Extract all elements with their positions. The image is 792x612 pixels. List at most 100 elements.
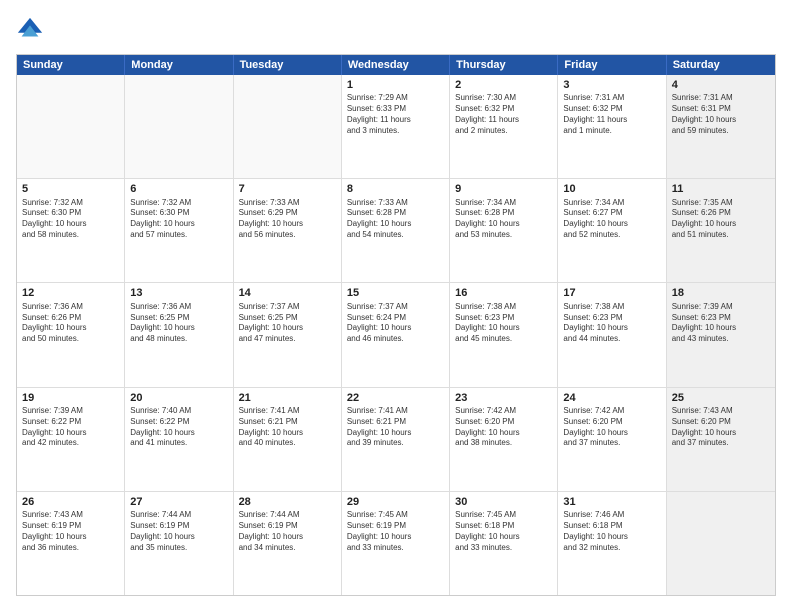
day-info: Sunrise: 7:31 AM Sunset: 6:32 PM Dayligh…: [563, 93, 660, 136]
day-info: Sunrise: 7:30 AM Sunset: 6:32 PM Dayligh…: [455, 93, 552, 136]
calendar-day-15: 15 Sunrise: 7:37 AM Sunset: 6:24 PM Dayli…: [342, 283, 450, 386]
day-number: 20: [130, 391, 227, 405]
calendar-day-27: 27Sunrise: 7:44 AM Sunset: 6:19 PM Dayli…: [125, 492, 233, 595]
day-info: Sunrise: 7:36 AM Sunset: 6:26 PM Dayligh…: [22, 302, 119, 345]
day-info: Sunrise: 7:29 AM Sunset: 6:33 PM Dayligh…: [347, 93, 444, 136]
weekday-header-monday: Monday: [125, 55, 233, 75]
day-number: 19: [22, 391, 119, 405]
day-number: 9: [455, 182, 552, 196]
day-info: Sunrise: 7:40 AM Sunset: 6:22 PM Dayligh…: [130, 406, 227, 449]
day-info: Sunrise: 7:44 AM Sunset: 6:19 PM Dayligh…: [239, 510, 336, 553]
day-number: 30: [455, 495, 552, 509]
day-number: 5: [22, 182, 119, 196]
day-info: Sunrise: 7:41 AM Sunset: 6:21 PM Dayligh…: [239, 406, 336, 449]
day-number: 15: [347, 286, 444, 300]
calendar-empty-cell: [125, 75, 233, 178]
day-info: Sunrise: 7:32 AM Sunset: 6:30 PM Dayligh…: [130, 198, 227, 241]
day-info: Sunrise: 7:32 AM Sunset: 6:30 PM Dayligh…: [22, 198, 119, 241]
day-info: Sunrise: 7:39 AM Sunset: 6:23 PM Dayligh…: [672, 302, 770, 345]
day-number: 25: [672, 391, 770, 405]
day-info: Sunrise: 7:42 AM Sunset: 6:20 PM Dayligh…: [563, 406, 660, 449]
day-number: 27: [130, 495, 227, 509]
day-info: Sunrise: 7:34 AM Sunset: 6:27 PM Dayligh…: [563, 198, 660, 241]
day-info: Sunrise: 7:34 AM Sunset: 6:28 PM Dayligh…: [455, 198, 552, 241]
day-number: 26: [22, 495, 119, 509]
calendar-empty-cell: [667, 492, 775, 595]
calendar-day-28: 28Sunrise: 7:44 AM Sunset: 6:19 PM Dayli…: [234, 492, 342, 595]
day-number: 29: [347, 495, 444, 509]
calendar-header: SundayMondayTuesdayWednesdayThursdayFrid…: [17, 55, 775, 75]
day-info: Sunrise: 7:35 AM Sunset: 6:26 PM Dayligh…: [672, 198, 770, 241]
calendar-day-21: 21Sunrise: 7:41 AM Sunset: 6:21 PM Dayli…: [234, 388, 342, 491]
weekday-header-wednesday: Wednesday: [342, 55, 450, 75]
day-number: 6: [130, 182, 227, 196]
day-number: 8: [347, 182, 444, 196]
calendar-day-13: 13 Sunrise: 7:36 AM Sunset: 6:25 PM Dayli…: [125, 283, 233, 386]
calendar-body: 1Sunrise: 7:29 AM Sunset: 6:33 PM Daylig…: [17, 75, 775, 595]
day-number: 13: [130, 286, 227, 300]
day-info: Sunrise: 7:44 AM Sunset: 6:19 PM Dayligh…: [130, 510, 227, 553]
weekday-header-friday: Friday: [558, 55, 666, 75]
calendar-day-31: 31Sunrise: 7:46 AM Sunset: 6:18 PM Dayli…: [558, 492, 666, 595]
day-number: 12: [22, 286, 119, 300]
day-info: Sunrise: 7:39 AM Sunset: 6:22 PM Dayligh…: [22, 406, 119, 449]
calendar-day-10: 10Sunrise: 7:34 AM Sunset: 6:27 PM Dayli…: [558, 179, 666, 282]
day-number: 2: [455, 78, 552, 92]
calendar-day-3: 3Sunrise: 7:31 AM Sunset: 6:32 PM Daylig…: [558, 75, 666, 178]
logo-icon: [16, 16, 44, 44]
calendar-day-7: 7 Sunrise: 7:33 AM Sunset: 6:29 PM Daylig…: [234, 179, 342, 282]
day-number: 16: [455, 286, 552, 300]
calendar-day-18: 18 Sunrise: 7:39 AM Sunset: 6:23 PM Dayli…: [667, 283, 775, 386]
day-info: Sunrise: 7:38 AM Sunset: 6:23 PM Dayligh…: [563, 302, 660, 345]
day-number: 18: [672, 286, 770, 300]
calendar-day-8: 8 Sunrise: 7:33 AM Sunset: 6:28 PM Daylig…: [342, 179, 450, 282]
day-info: Sunrise: 7:45 AM Sunset: 6:19 PM Dayligh…: [347, 510, 444, 553]
day-info: Sunrise: 7:36 AM Sunset: 6:25 PM Dayligh…: [130, 302, 227, 345]
calendar-day-11: 11 Sunrise: 7:35 AM Sunset: 6:26 PM Dayli…: [667, 179, 775, 282]
day-number: 11: [672, 182, 770, 196]
day-info: Sunrise: 7:41 AM Sunset: 6:21 PM Dayligh…: [347, 406, 444, 449]
day-number: 17: [563, 286, 660, 300]
weekday-header-saturday: Saturday: [667, 55, 775, 75]
page: SundayMondayTuesdayWednesdayThursdayFrid…: [0, 0, 792, 612]
day-info: Sunrise: 7:38 AM Sunset: 6:23 PM Dayligh…: [455, 302, 552, 345]
calendar-day-17: 17 Sunrise: 7:38 AM Sunset: 6:23 PM Dayli…: [558, 283, 666, 386]
day-info: Sunrise: 7:31 AM Sunset: 6:31 PM Dayligh…: [672, 93, 770, 136]
day-info: Sunrise: 7:45 AM Sunset: 6:18 PM Dayligh…: [455, 510, 552, 553]
calendar-day-12: 12 Sunrise: 7:36 AM Sunset: 6:26 PM Dayli…: [17, 283, 125, 386]
calendar-day-22: 22Sunrise: 7:41 AM Sunset: 6:21 PM Dayli…: [342, 388, 450, 491]
weekday-header-tuesday: Tuesday: [234, 55, 342, 75]
day-number: 24: [563, 391, 660, 405]
calendar-day-14: 14 Sunrise: 7:37 AM Sunset: 6:25 PM Dayli…: [234, 283, 342, 386]
calendar-row-4: 26Sunrise: 7:43 AM Sunset: 6:19 PM Dayli…: [17, 492, 775, 595]
calendar-day-24: 24Sunrise: 7:42 AM Sunset: 6:20 PM Dayli…: [558, 388, 666, 491]
day-info: Sunrise: 7:46 AM Sunset: 6:18 PM Dayligh…: [563, 510, 660, 553]
calendar-day-23: 23Sunrise: 7:42 AM Sunset: 6:20 PM Dayli…: [450, 388, 558, 491]
calendar-day-29: 29Sunrise: 7:45 AM Sunset: 6:19 PM Dayli…: [342, 492, 450, 595]
day-info: Sunrise: 7:42 AM Sunset: 6:20 PM Dayligh…: [455, 406, 552, 449]
day-number: 4: [672, 78, 770, 92]
calendar-row-3: 19Sunrise: 7:39 AM Sunset: 6:22 PM Dayli…: [17, 388, 775, 492]
calendar-day-30: 30Sunrise: 7:45 AM Sunset: 6:18 PM Dayli…: [450, 492, 558, 595]
calendar-day-5: 5 Sunrise: 7:32 AM Sunset: 6:30 PM Daylig…: [17, 179, 125, 282]
weekday-header-sunday: Sunday: [17, 55, 125, 75]
day-info: Sunrise: 7:37 AM Sunset: 6:24 PM Dayligh…: [347, 302, 444, 345]
calendar-day-26: 26Sunrise: 7:43 AM Sunset: 6:19 PM Dayli…: [17, 492, 125, 595]
calendar-row-0: 1Sunrise: 7:29 AM Sunset: 6:33 PM Daylig…: [17, 75, 775, 179]
calendar-day-25: 25Sunrise: 7:43 AM Sunset: 6:20 PM Dayli…: [667, 388, 775, 491]
day-info: Sunrise: 7:33 AM Sunset: 6:29 PM Dayligh…: [239, 198, 336, 241]
day-info: Sunrise: 7:37 AM Sunset: 6:25 PM Dayligh…: [239, 302, 336, 345]
calendar: SundayMondayTuesdayWednesdayThursdayFrid…: [16, 54, 776, 596]
day-info: Sunrise: 7:33 AM Sunset: 6:28 PM Dayligh…: [347, 198, 444, 241]
calendar-day-6: 6 Sunrise: 7:32 AM Sunset: 6:30 PM Daylig…: [125, 179, 233, 282]
day-number: 23: [455, 391, 552, 405]
day-number: 7: [239, 182, 336, 196]
calendar-day-4: 4Sunrise: 7:31 AM Sunset: 6:31 PM Daylig…: [667, 75, 775, 178]
calendar-row-2: 12 Sunrise: 7:36 AM Sunset: 6:26 PM Dayli…: [17, 283, 775, 387]
calendar-day-9: 9 Sunrise: 7:34 AM Sunset: 6:28 PM Daylig…: [450, 179, 558, 282]
day-number: 14: [239, 286, 336, 300]
calendar-empty-cell: [234, 75, 342, 178]
calendar-empty-cell: [17, 75, 125, 178]
day-info: Sunrise: 7:43 AM Sunset: 6:20 PM Dayligh…: [672, 406, 770, 449]
day-number: 3: [563, 78, 660, 92]
